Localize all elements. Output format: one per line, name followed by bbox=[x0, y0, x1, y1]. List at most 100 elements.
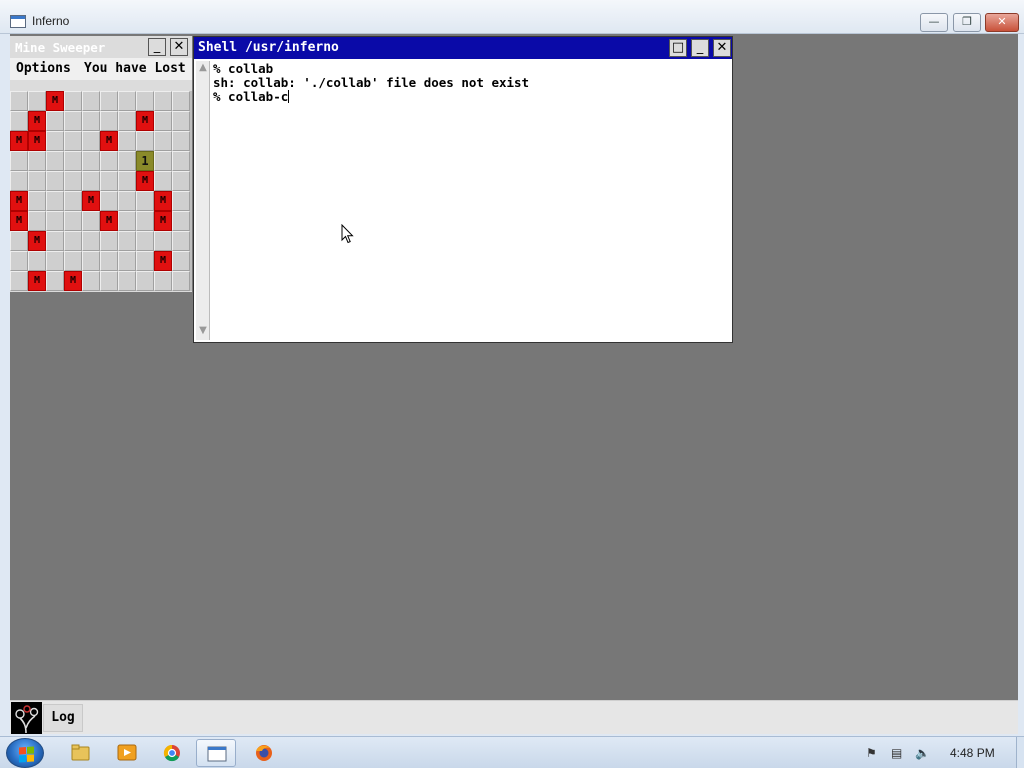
minesweeper-minimize-button[interactable]: _ bbox=[148, 38, 166, 56]
grid-cell[interactable] bbox=[46, 231, 64, 251]
grid-cell[interactable] bbox=[136, 271, 154, 291]
show-desktop-button[interactable] bbox=[1016, 737, 1024, 768]
grid-cell[interactable] bbox=[100, 251, 118, 271]
grid-cell[interactable] bbox=[136, 131, 154, 151]
grid-cell[interactable] bbox=[118, 211, 136, 231]
grid-cell[interactable] bbox=[10, 151, 28, 171]
grid-cell[interactable] bbox=[118, 91, 136, 111]
grid-cell[interactable] bbox=[10, 171, 28, 191]
taskbar-firefox[interactable] bbox=[244, 739, 284, 767]
shell-text-area[interactable]: ▲ ▼ % collab sh: collab: './collab' file … bbox=[194, 59, 732, 342]
taskbar-media-player[interactable] bbox=[106, 739, 146, 767]
grid-cell[interactable] bbox=[118, 151, 136, 171]
grid-cell[interactable] bbox=[46, 271, 64, 291]
grid-cell[interactable] bbox=[100, 191, 118, 211]
grid-cell[interactable] bbox=[172, 111, 190, 131]
grid-cell[interactable] bbox=[64, 151, 82, 171]
system-clock[interactable]: 4:48 PM bbox=[950, 746, 995, 760]
mine-cell[interactable]: M bbox=[64, 271, 82, 291]
maximize-button[interactable]: ❐ bbox=[953, 13, 981, 32]
grid-cell[interactable] bbox=[100, 231, 118, 251]
mine-cell[interactable]: M bbox=[10, 191, 28, 211]
grid-cell[interactable] bbox=[82, 211, 100, 231]
grid-cell[interactable] bbox=[28, 191, 46, 211]
grid-cell[interactable] bbox=[46, 191, 64, 211]
grid-cell[interactable] bbox=[82, 151, 100, 171]
grid-cell[interactable] bbox=[118, 111, 136, 131]
grid-cell[interactable] bbox=[46, 111, 64, 131]
mine-cell[interactable]: M bbox=[10, 211, 28, 231]
grid-cell[interactable] bbox=[118, 131, 136, 151]
grid-cell[interactable] bbox=[172, 151, 190, 171]
grid-cell[interactable] bbox=[64, 231, 82, 251]
mine-cell[interactable]: M bbox=[100, 211, 118, 231]
shell-maximize-button[interactable]: □ bbox=[669, 39, 687, 57]
grid-cell[interactable] bbox=[172, 91, 190, 111]
grid-cell[interactable] bbox=[118, 231, 136, 251]
volume-icon[interactable]: 🔈 bbox=[915, 746, 930, 760]
mine-cell[interactable]: M bbox=[154, 211, 172, 231]
mine-cell[interactable]: M bbox=[46, 91, 64, 111]
mine-cell[interactable]: M bbox=[28, 231, 46, 251]
grid-cell[interactable] bbox=[82, 131, 100, 151]
grid-cell[interactable] bbox=[10, 251, 28, 271]
minimize-button[interactable]: — bbox=[920, 13, 948, 32]
options-menu[interactable]: Options bbox=[16, 61, 71, 76]
taskbar-file-explorer[interactable] bbox=[60, 739, 100, 767]
grid-cell[interactable] bbox=[136, 251, 154, 271]
grid-cell[interactable] bbox=[172, 171, 190, 191]
grid-cell[interactable] bbox=[28, 171, 46, 191]
mine-cell[interactable]: M bbox=[28, 131, 46, 151]
grid-cell[interactable] bbox=[82, 171, 100, 191]
mine-cell[interactable]: M bbox=[82, 191, 100, 211]
grid-cell[interactable] bbox=[64, 91, 82, 111]
grid-cell[interactable] bbox=[64, 191, 82, 211]
grid-cell[interactable] bbox=[64, 131, 82, 151]
grid-cell[interactable] bbox=[118, 191, 136, 211]
shell-close-button[interactable]: ✕ bbox=[713, 39, 731, 57]
grid-cell[interactable] bbox=[100, 151, 118, 171]
grid-cell[interactable] bbox=[46, 151, 64, 171]
grid-cell[interactable] bbox=[154, 171, 172, 191]
grid-cell[interactable] bbox=[136, 91, 154, 111]
grid-cell[interactable] bbox=[118, 271, 136, 291]
mine-cell[interactable]: M bbox=[136, 171, 154, 191]
grid-cell[interactable] bbox=[46, 171, 64, 191]
taskbar-inferno-window[interactable] bbox=[196, 739, 236, 767]
grid-cell[interactable] bbox=[172, 271, 190, 291]
number-cell[interactable]: 1 bbox=[136, 151, 154, 171]
grid-cell[interactable] bbox=[46, 251, 64, 271]
grid-cell[interactable] bbox=[64, 111, 82, 131]
grid-cell[interactable] bbox=[172, 251, 190, 271]
scroll-down-icon[interactable]: ▼ bbox=[197, 325, 209, 339]
grid-cell[interactable] bbox=[10, 91, 28, 111]
grid-cell[interactable] bbox=[10, 271, 28, 291]
grid-cell[interactable] bbox=[154, 131, 172, 151]
grid-cell[interactable] bbox=[154, 111, 172, 131]
grid-cell[interactable] bbox=[64, 251, 82, 271]
grid-cell[interactable] bbox=[82, 111, 100, 131]
grid-cell[interactable] bbox=[28, 91, 46, 111]
grid-cell[interactable] bbox=[154, 271, 172, 291]
mine-cell[interactable]: M bbox=[28, 111, 46, 131]
mine-cell[interactable]: M bbox=[10, 131, 28, 151]
grid-cell[interactable] bbox=[136, 191, 154, 211]
grid-cell[interactable] bbox=[46, 211, 64, 231]
shell-scrollbar[interactable]: ▲ ▼ bbox=[196, 61, 210, 340]
grid-cell[interactable] bbox=[46, 131, 64, 151]
grid-cell[interactable] bbox=[10, 231, 28, 251]
start-button[interactable] bbox=[6, 738, 44, 768]
grid-cell[interactable] bbox=[28, 151, 46, 171]
mine-cell[interactable]: M bbox=[100, 131, 118, 151]
mine-cell[interactable]: M bbox=[154, 251, 172, 271]
scroll-up-icon[interactable]: ▲ bbox=[197, 62, 209, 76]
grid-cell[interactable] bbox=[28, 251, 46, 271]
grid-cell[interactable] bbox=[82, 271, 100, 291]
grid-cell[interactable] bbox=[10, 111, 28, 131]
network-icon[interactable]: ▤ bbox=[891, 746, 902, 760]
grid-cell[interactable] bbox=[100, 171, 118, 191]
grid-cell[interactable] bbox=[154, 151, 172, 171]
grid-cell[interactable] bbox=[28, 211, 46, 231]
grid-cell[interactable] bbox=[172, 211, 190, 231]
mine-cell[interactable]: M bbox=[136, 111, 154, 131]
